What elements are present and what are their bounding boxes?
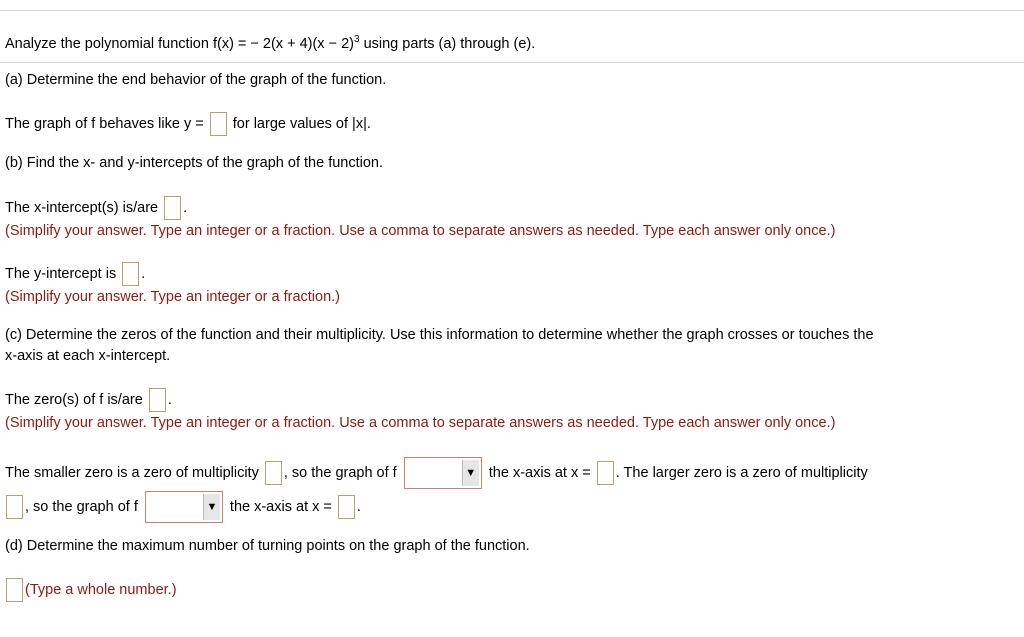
- function-text: Analyze the polynomial function f(x) = −…: [5, 36, 354, 52]
- period: .: [183, 200, 187, 216]
- x-intercept-question: The x-intercept(s) is/are .: [5, 196, 187, 220]
- period: .: [357, 499, 361, 515]
- instruction-text: using parts (a) through (e).: [360, 36, 536, 52]
- zeros-hint: (Simplify your answer. Type an integer o…: [5, 413, 835, 433]
- label: The y-intercept is: [5, 266, 116, 282]
- y-intercept-input[interactable]: [122, 262, 139, 286]
- part-a-heading: (a) Determine the end behavior of the gr…: [5, 70, 386, 90]
- smaller-zero-behavior-dropdown[interactable]: ▼: [404, 457, 482, 489]
- y-intercept-hint: (Simplify your answer. Type an integer o…: [5, 287, 340, 307]
- period: .: [168, 392, 172, 408]
- dropdown-arrow-icon: ▼: [462, 460, 479, 486]
- part-a-question: The graph of f behaves like y = for larg…: [5, 112, 371, 136]
- turning-points-hint: (Type a whole number.): [25, 582, 177, 598]
- label: , so the graph of f: [25, 499, 138, 515]
- label: The graph of f behaves like y =: [5, 116, 204, 132]
- label: , so the graph of f: [284, 465, 397, 481]
- label: The smaller zero is a zero of multiplici…: [5, 465, 259, 481]
- smaller-zero-x-input[interactable]: [597, 461, 614, 485]
- label: The zero(s) of f is/are: [5, 392, 143, 408]
- larger-zero-x-input[interactable]: [338, 495, 355, 519]
- turning-points-question: (Type a whole number.): [4, 578, 177, 602]
- part-d-heading: (d) Determine the maximum number of turn…: [5, 536, 530, 556]
- divider: [0, 10, 1024, 11]
- divider: [0, 62, 1024, 63]
- larger-multiplicity-input[interactable]: [6, 495, 23, 519]
- label: The x-intercept(s) is/are: [5, 200, 158, 216]
- label: the x-axis at x =: [489, 465, 591, 481]
- part-c-heading-cont: x-axis at each x-intercept.: [5, 346, 170, 366]
- period: .: [141, 266, 145, 282]
- zeros-input[interactable]: [149, 388, 166, 412]
- end-behavior-input[interactable]: [210, 112, 227, 136]
- part-b-heading: (b) Find the x- and y-intercepts of the …: [5, 153, 383, 173]
- zeros-question: The zero(s) of f is/are .: [5, 388, 172, 412]
- y-intercept-question: The y-intercept is .: [5, 262, 145, 286]
- part-c-heading: (c) Determine the zeros of the function …: [5, 325, 874, 345]
- larger-zero-behavior-dropdown[interactable]: ▼: [145, 491, 223, 523]
- smaller-multiplicity-input[interactable]: [265, 461, 282, 485]
- label: the x-axis at x =: [230, 499, 332, 515]
- multiplicity-line-1: The smaller zero is a zero of multiplici…: [5, 457, 868, 489]
- x-intercept-hint: (Simplify your answer. Type an integer o…: [5, 221, 835, 241]
- problem-statement: Analyze the polynomial function f(x) = −…: [5, 30, 535, 54]
- turning-points-input[interactable]: [6, 578, 23, 602]
- multiplicity-line-2: , so the graph of f ▼ the x-axis at x = …: [4, 491, 361, 523]
- label: . The larger zero is a zero of multiplic…: [616, 465, 868, 481]
- dropdown-arrow-icon: ▼: [203, 494, 220, 520]
- x-intercept-input[interactable]: [164, 196, 181, 220]
- label: for large values of |x|.: [233, 116, 371, 132]
